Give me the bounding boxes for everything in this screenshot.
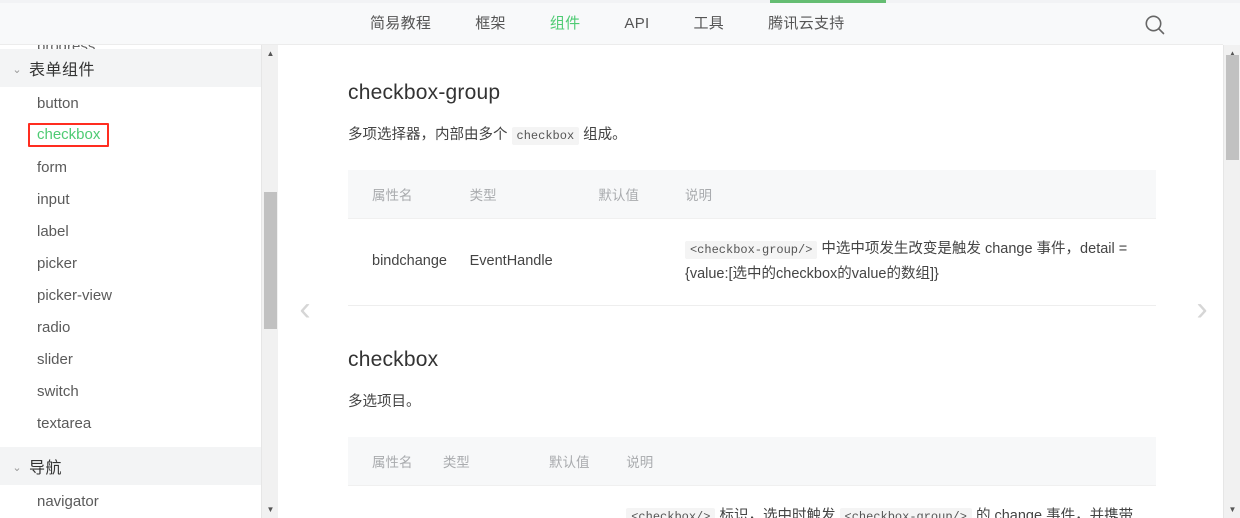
table-header-cell: 默认值 bbox=[549, 437, 626, 486]
table-row: valueString <checkbox/> 标识，选中时触发 <checkbo… bbox=[348, 486, 1156, 518]
sidebar-scrollbar-thumb[interactable] bbox=[264, 192, 277, 329]
sidebar-scroll-up-icon[interactable]: ▲ bbox=[262, 45, 279, 62]
section-description-text: 多选项目。 bbox=[348, 394, 421, 410]
sidebar-item-slider[interactable]: slider bbox=[0, 343, 265, 375]
cell-attr-default bbox=[598, 218, 685, 306]
sidebar-item-navigator[interactable]: navigator bbox=[0, 485, 265, 517]
chevron-down-icon: ⌄ bbox=[8, 63, 26, 76]
table-row: bindchangeEventHandle <checkbox-group/> 中… bbox=[348, 218, 1156, 306]
section-description-text-tail: 组成。 bbox=[579, 127, 627, 143]
table-header-cell: 属性名 bbox=[348, 437, 443, 486]
sidebar-item-label: picker-view bbox=[37, 287, 112, 304]
sidebar-scroll-down-icon[interactable]: ▼ bbox=[262, 501, 279, 518]
api-table: 属性名类型默认值说明valueString<checkbox/> 标识，选中时触… bbox=[348, 437, 1156, 518]
sidebar-nav: progress⌄表单组件buttoncheckboxforminputlabe… bbox=[0, 45, 265, 518]
chevron-down-icon: ⌄ bbox=[8, 461, 26, 474]
search-icon[interactable] bbox=[1142, 12, 1168, 38]
sidebar-item-checkbox[interactable]: checkbox bbox=[0, 119, 265, 151]
table-header-cell: 属性名 bbox=[348, 170, 470, 219]
page-scrollbar[interactable]: ▲ ▼ bbox=[1223, 45, 1240, 518]
sidebar-item-button[interactable]: button bbox=[0, 87, 265, 119]
desc-text: 的 change 事件，并携带 bbox=[972, 508, 1133, 518]
inline-code: <checkbox-group/> bbox=[840, 508, 972, 518]
nav-item-5[interactable]: 腾讯云支持 bbox=[746, 3, 867, 45]
nav-item-1[interactable]: 框架 bbox=[453, 3, 528, 45]
table-header-cell: 类型 bbox=[470, 170, 599, 219]
cell-attr-desc: <checkbox-group/> 中选中项发生改变是触发 change 事件，… bbox=[685, 218, 1156, 306]
nav-item-2[interactable]: 组件 bbox=[528, 3, 603, 45]
sidebar-item-label: button bbox=[37, 95, 79, 112]
sidebar-group-label: 表单组件 bbox=[29, 56, 95, 80]
sidebar-list: progress⌄表单组件buttoncheckboxforminputlabe… bbox=[0, 45, 265, 518]
cell-attr-name: value bbox=[348, 486, 443, 518]
next-page-button[interactable]: › bbox=[1185, 286, 1219, 332]
site-header: 简易教程框架组件API工具腾讯云支持 bbox=[0, 3, 1240, 45]
table-header-cell: 说明 bbox=[626, 437, 1156, 486]
scrollbar-top-filler bbox=[1223, 0, 1240, 45]
cell-attr-name: bindchange bbox=[348, 218, 470, 306]
main-content: checkbox-group 多项选择器，内部由多个 checkbox 组成。属性… bbox=[278, 45, 1218, 518]
cell-attr-type: String bbox=[443, 486, 549, 518]
table-header-row: 属性名类型默认值说明 bbox=[348, 170, 1156, 219]
inline-code: <checkbox-group/> bbox=[685, 241, 817, 259]
table-header-cell: 类型 bbox=[443, 437, 549, 486]
table-header-cell: 说明 bbox=[685, 170, 1156, 219]
sidebar-item-label: radio bbox=[37, 319, 70, 336]
sidebar-item-form[interactable]: form bbox=[0, 151, 265, 183]
sidebar-item-radio[interactable]: radio bbox=[0, 311, 265, 343]
section-title: checkbox bbox=[348, 348, 1158, 372]
sidebar-item-switch[interactable]: switch bbox=[0, 375, 265, 407]
sidebar-item-input[interactable]: input bbox=[0, 183, 265, 215]
page-load-progress-track bbox=[0, 0, 1240, 3]
sidebar-item-label[interactable]: label bbox=[0, 215, 265, 247]
sidebar-item-label: label bbox=[37, 223, 69, 240]
sidebar-item-label: slider bbox=[37, 351, 73, 368]
main-navigation: 简易教程框架组件API工具腾讯云支持 bbox=[348, 3, 867, 45]
page-load-progress-fill bbox=[770, 0, 886, 3]
sidebar-group-表单组件[interactable]: ⌄表单组件 bbox=[0, 49, 265, 87]
sidebar-item-textarea[interactable]: textarea bbox=[0, 407, 265, 439]
nav-item-0[interactable]: 简易教程 bbox=[348, 3, 453, 45]
section-title: checkbox-group bbox=[348, 81, 1158, 105]
api-table: 属性名类型默认值说明bindchangeEventHandle<checkbox… bbox=[348, 170, 1156, 307]
doc-section-checkbox-group: checkbox-group 多项选择器，内部由多个 checkbox 组成。属性… bbox=[348, 81, 1158, 306]
table-header-row: 属性名类型默认值说明 bbox=[348, 437, 1156, 486]
inline-code: <checkbox/> bbox=[626, 508, 715, 518]
desc-text: 标识，选中时触发 bbox=[715, 508, 839, 518]
app-root: 简易教程框架组件API工具腾讯云支持 progress⌄表单组件buttonch… bbox=[0, 0, 1240, 518]
sidebar-item-label: input bbox=[37, 191, 70, 208]
nav-item-3[interactable]: API bbox=[602, 3, 671, 45]
sidebar-item-picker-view[interactable]: picker-view bbox=[0, 279, 265, 311]
sidebar-item-label: navigator bbox=[37, 493, 99, 510]
cell-attr-desc: <checkbox/> 标识，选中时触发 <checkbox-group/> 的… bbox=[626, 486, 1156, 518]
section-description: 多选项目。 bbox=[348, 390, 1158, 415]
inline-code: checkbox bbox=[512, 127, 580, 145]
sidebar-item-label: checkbox bbox=[28, 123, 109, 147]
doc-section-checkbox: checkbox多选项目。属性名类型默认值说明valueString<check… bbox=[348, 348, 1158, 518]
documentation-body: checkbox-group 多项选择器，内部由多个 checkbox 组成。属性… bbox=[348, 45, 1158, 518]
sidebar-group-导航[interactable]: ⌄导航 bbox=[0, 447, 265, 485]
sidebar-item-label: picker bbox=[37, 255, 77, 272]
page-scrollbar-thumb[interactable] bbox=[1226, 55, 1239, 160]
table-header-cell: 默认值 bbox=[598, 170, 685, 219]
sidebar-group-label: 导航 bbox=[29, 454, 62, 478]
cell-attr-default bbox=[549, 486, 626, 518]
sidebar-item-picker[interactable]: picker bbox=[0, 247, 265, 279]
cell-attr-type: EventHandle bbox=[470, 218, 599, 306]
sidebar-item-label: switch bbox=[37, 383, 79, 400]
prev-page-button[interactable]: ‹ bbox=[288, 286, 322, 332]
sidebar-scrollbar[interactable]: ▲ ▼ bbox=[261, 45, 278, 518]
nav-item-4[interactable]: 工具 bbox=[672, 3, 747, 45]
sidebar-item-label: textarea bbox=[37, 415, 91, 432]
sidebar-item-label: form bbox=[37, 159, 67, 176]
page-scroll-down-icon[interactable]: ▼ bbox=[1224, 501, 1240, 518]
section-description-text: 多项选择器，内部由多个 bbox=[348, 127, 512, 143]
section-description: 多项选择器，内部由多个 checkbox 组成。 bbox=[348, 123, 1158, 148]
